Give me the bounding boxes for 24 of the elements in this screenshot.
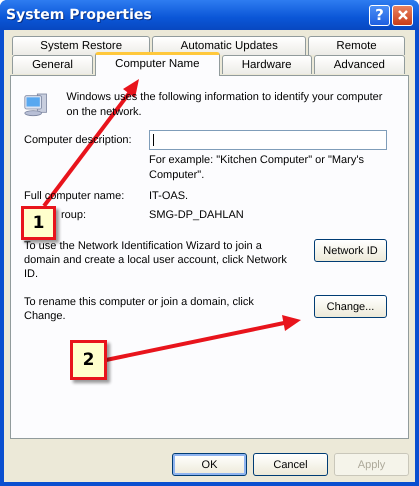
dialog-button[interactable]: OK: [172, 453, 247, 476]
tab[interactable]: Remote: [308, 36, 405, 55]
close-button[interactable]: [392, 4, 413, 26]
field-value: SMG-DP_DAHLAN: [149, 209, 244, 221]
close-icon: [396, 9, 408, 21]
action-button[interactable]: Change...: [314, 295, 387, 318]
dialog-button[interactable]: Cancel: [253, 453, 328, 476]
field-label: roup:: [60, 209, 86, 221]
tab[interactable]: Automatic Updates: [152, 36, 306, 55]
window-title: System Properties: [6, 7, 153, 23]
tab[interactable]: Hardware: [222, 55, 312, 74]
field-value: IT-OAS.: [149, 190, 188, 202]
description-field[interactable]: [149, 130, 387, 150]
tab[interactable]: Advanced: [314, 55, 405, 74]
action-button[interactable]: Network ID: [314, 239, 387, 262]
callout: 2: [70, 340, 107, 380]
callout: 1: [21, 206, 56, 240]
hint-text: For example: "Kitchen Computer" or "Mary's Computer".: [149, 153, 365, 183]
tab[interactable]: Computer Name: [95, 52, 220, 76]
instruction-text: To rename this computer or join a domain, click Change.: [24, 295, 255, 323]
tab[interactable]: General: [12, 55, 94, 74]
help-button[interactable]: ?: [369, 4, 390, 26]
tab[interactable]: System Restore: [12, 36, 150, 55]
instruction-text: To use the Network Identification Wizard to join a domain and create a local user account, click Network ID.: [24, 239, 288, 281]
